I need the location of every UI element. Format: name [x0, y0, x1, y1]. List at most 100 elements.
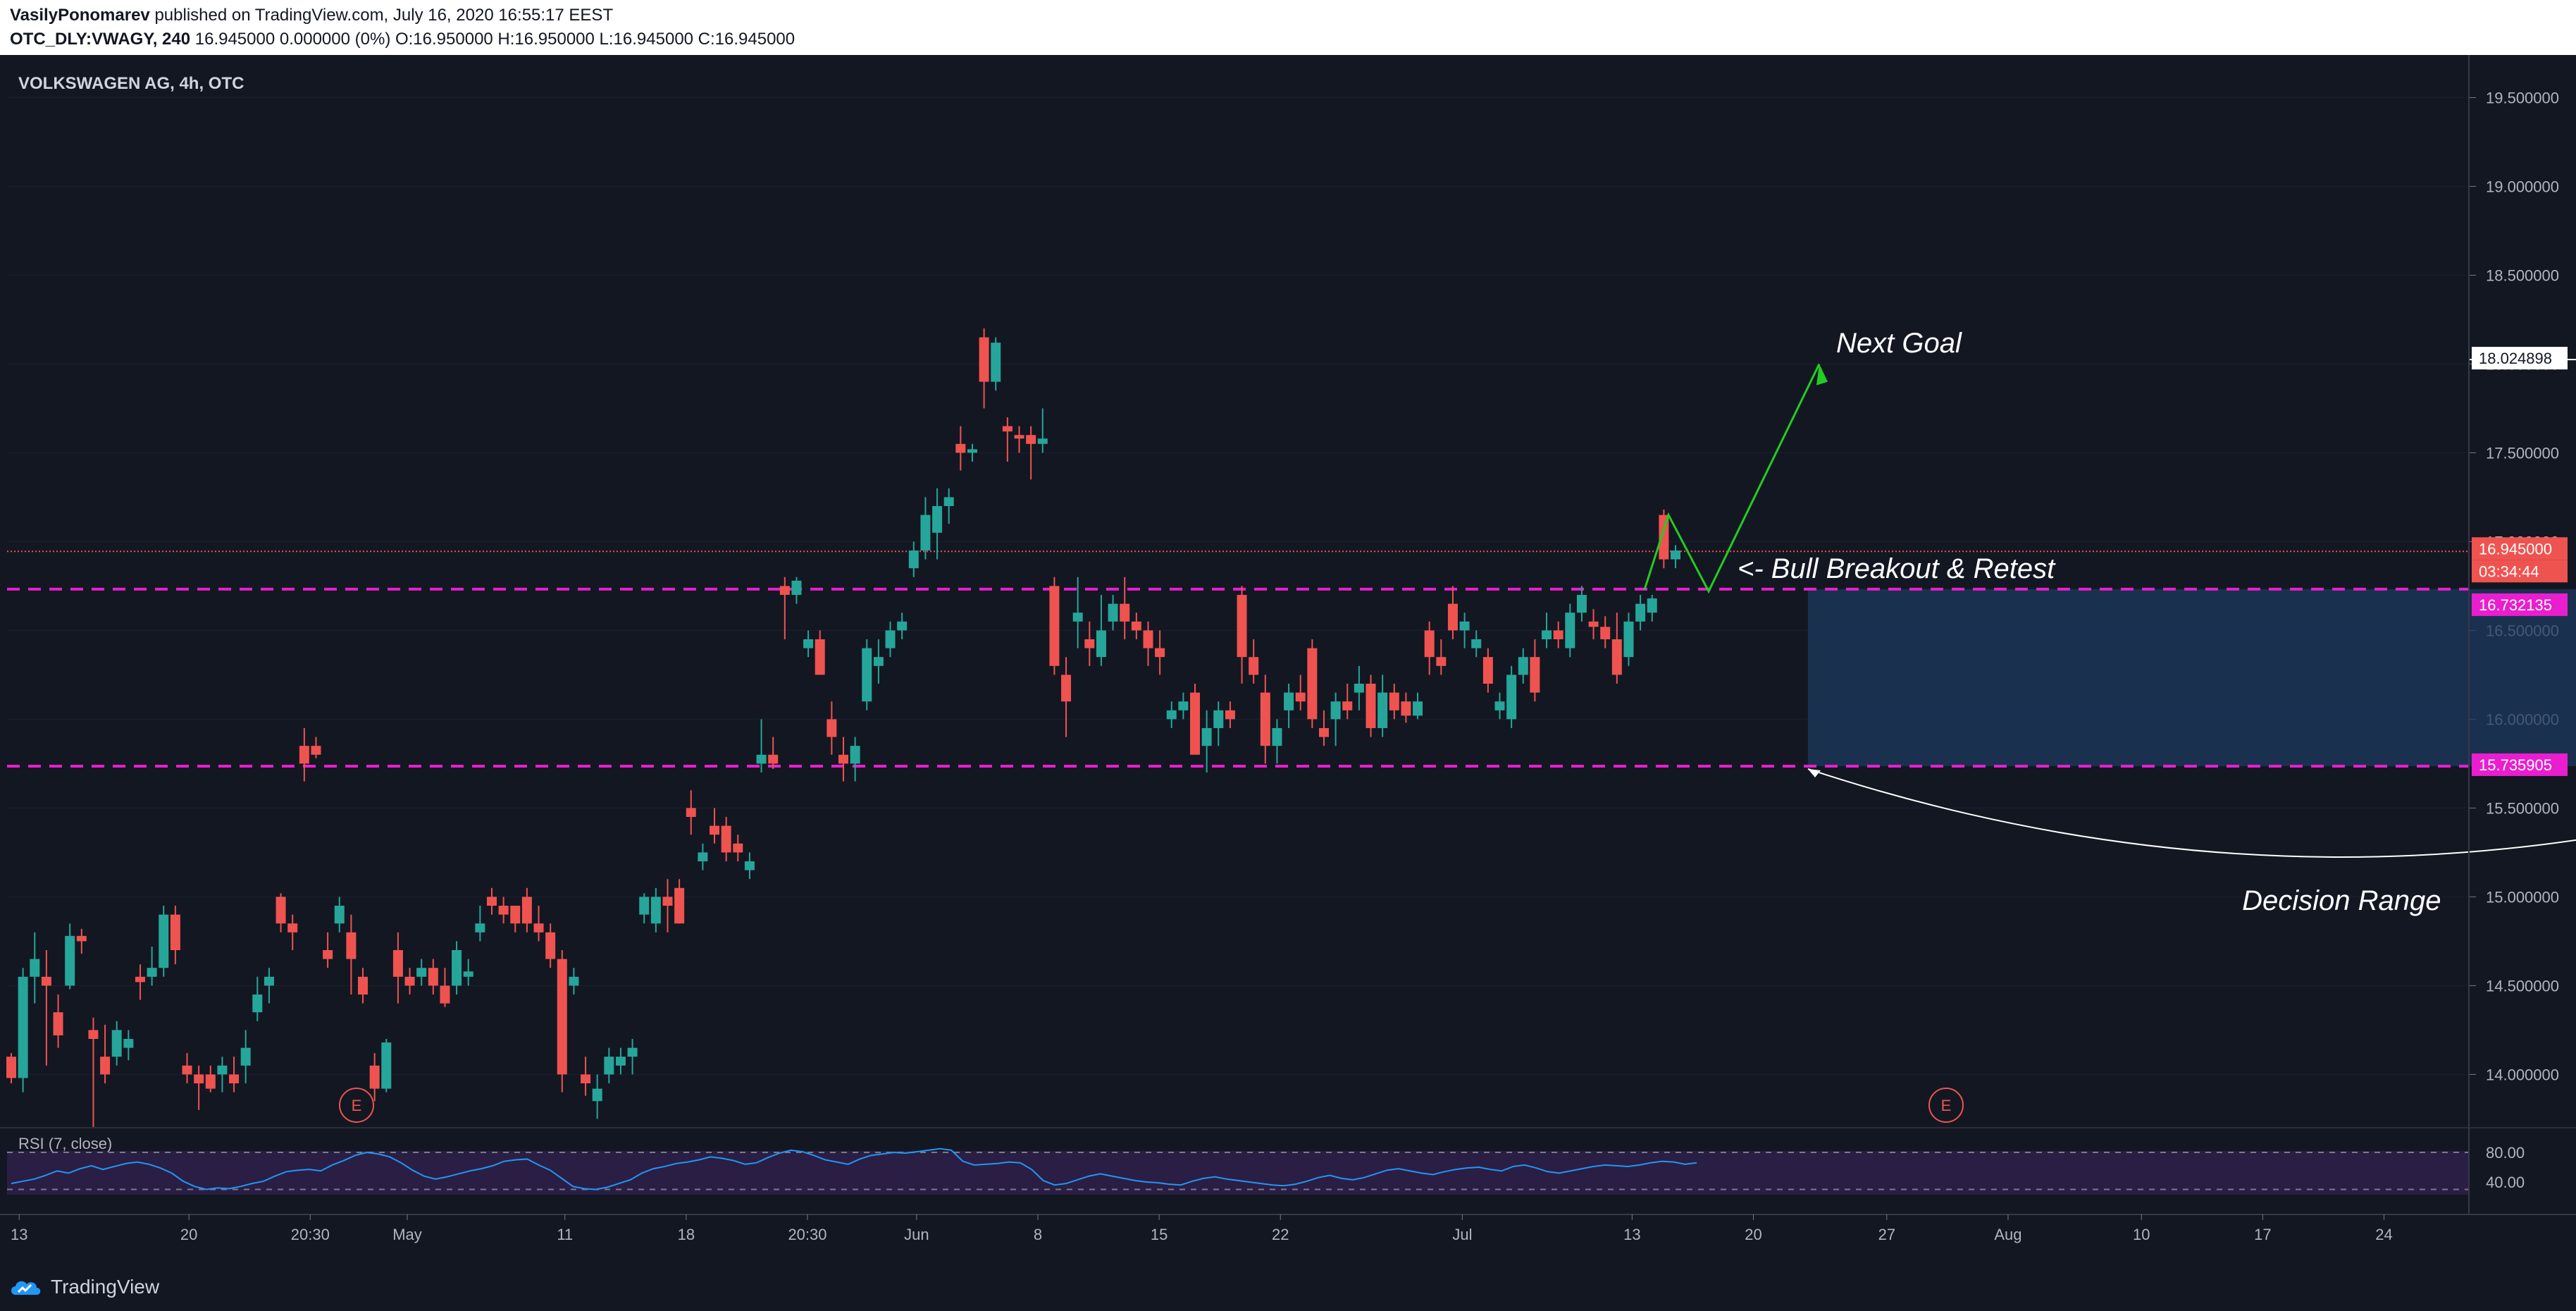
candle-body [30, 959, 40, 977]
candle-body [428, 968, 438, 986]
candle-body [229, 1074, 240, 1083]
candle-body [147, 968, 157, 977]
rsi-tick-label: 80.00 [2486, 1144, 2525, 1162]
candle-body [967, 449, 977, 453]
candle-body [1225, 710, 1235, 720]
candle-body [1424, 630, 1435, 658]
candle-body [123, 1039, 134, 1048]
candle-body [1213, 710, 1224, 728]
time-tick-label: 13 [1623, 1226, 1640, 1243]
candle-body [1049, 586, 1060, 666]
candle-body [897, 621, 908, 631]
candle-body [1061, 675, 1072, 702]
candle-body [1342, 701, 1353, 710]
candle-body [1131, 621, 1141, 631]
decision-range-box [1807, 589, 2576, 766]
candle-body [885, 630, 896, 648]
candle-body [721, 825, 731, 853]
candle-body [1237, 595, 1247, 658]
candle-body [1014, 435, 1024, 439]
candle-body [252, 995, 263, 1013]
candle-body [240, 1047, 251, 1066]
time-tick-label: 20:30 [788, 1226, 826, 1243]
candle-body [194, 1074, 204, 1083]
candle-body [557, 959, 567, 1075]
candle-body [358, 976, 369, 995]
time-tick-label: Jul [1452, 1226, 1472, 1243]
time-tick-label: 13 [11, 1226, 27, 1243]
candle-body [65, 935, 75, 986]
candle-body [217, 1065, 228, 1075]
rsi-band [7, 1150, 2469, 1195]
candle-body [1155, 648, 1165, 658]
tradingview-logo[interactable]: TradingView [8, 1274, 159, 1300]
candle-body [1201, 728, 1212, 746]
candle-body [768, 754, 779, 764]
price-tick-label: 17.500000 [2486, 444, 2559, 462]
candle-body [1178, 701, 1189, 710]
publish-line: VasilyPonomarev published on TradingView… [10, 4, 613, 27]
candle-body [1506, 675, 1517, 720]
candlestick-chart[interactable]: 19.50000019.00000018.50000018.00000017.5… [0, 55, 2576, 1264]
candle-body [392, 950, 403, 977]
candle-body [182, 1065, 192, 1075]
current-price-tag: 16.945000 [2479, 540, 2552, 558]
time-tick-label: Aug [1994, 1226, 2021, 1243]
candle-body [908, 550, 919, 569]
chart-area[interactable]: 19.50000019.00000018.50000018.00000017.5… [0, 55, 2576, 1264]
candle-body [170, 914, 180, 950]
time-tick-label: 24 [2375, 1226, 2392, 1243]
candle-body [1318, 728, 1329, 737]
candle-body [1354, 684, 1364, 693]
candle-body [698, 852, 708, 861]
candle-body [498, 906, 509, 915]
candle-body [41, 976, 51, 986]
candle-body [1249, 657, 1259, 675]
author-name[interactable]: VasilyPonomarev [10, 6, 150, 25]
candle-body [299, 746, 309, 764]
time-tick-label: 27 [1878, 1226, 1895, 1243]
candle-body [53, 1012, 63, 1035]
price-tick-label: 18.500000 [2486, 266, 2559, 284]
candle-body [826, 719, 837, 737]
ohlc-values: 16.945000 0.000000 (0%) O:16.950000 H:16… [190, 30, 795, 49]
time-tick-label: 18 [678, 1226, 695, 1243]
candle-body [18, 976, 28, 1078]
candle-body [943, 497, 954, 506]
candle-body [264, 976, 274, 986]
breakout-label: <- Bull Breakout & Retest [1738, 553, 2056, 584]
candle-body [287, 923, 298, 933]
countdown-tag: 03:34:44 [2479, 562, 2539, 580]
time-tick-label: 20:30 [291, 1226, 330, 1243]
candle-body [1366, 684, 1376, 728]
candle-body [604, 1057, 614, 1075]
candle-body [100, 1057, 111, 1075]
candle-body [920, 515, 931, 550]
candle-body [1002, 426, 1013, 432]
cloud-icon [11, 1281, 41, 1295]
candle-body [710, 825, 720, 835]
published-text: published on TradingView.com, July 16, 2… [154, 6, 614, 25]
candle-body [979, 337, 989, 382]
time-tick-label: 17 [2254, 1226, 2271, 1243]
candle-body [475, 923, 485, 933]
candle-body [1542, 630, 1552, 639]
candle-body [1084, 639, 1095, 648]
candle-body [1072, 613, 1083, 622]
symbol-line: OTC_DLY:VWAGY, 240 16.945000 0.000000 (0… [10, 28, 795, 51]
time-tick-label: Jun [904, 1226, 929, 1243]
candle-body [674, 887, 685, 924]
candle-body [205, 1074, 216, 1089]
candle-body [569, 976, 579, 986]
candle-body [756, 754, 767, 764]
candle-body [1671, 550, 1680, 560]
candle-body [369, 1065, 380, 1089]
candle-body [440, 985, 450, 1004]
support-price-tag: 15.735905 [2479, 756, 2552, 774]
candle-body [311, 746, 321, 755]
publish-header: VasilyPonomarev published on TradingView… [0, 0, 2576, 55]
rsi-tick-label: 40.00 [2486, 1174, 2525, 1191]
candle-body [733, 843, 743, 853]
time-tick-label: 15 [1151, 1226, 1168, 1243]
candle-body [1459, 621, 1470, 631]
